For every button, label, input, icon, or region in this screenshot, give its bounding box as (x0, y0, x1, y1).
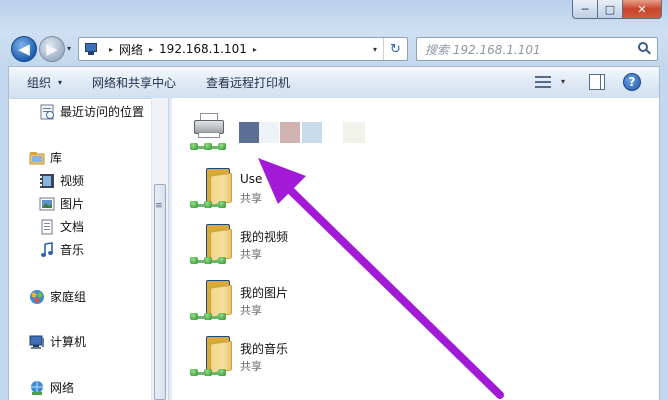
sidebar-item-label: 视频 (60, 174, 85, 188)
shared-folder-icon (188, 276, 234, 322)
sidebar-item-homegroup[interactable]: 家庭组 (29, 288, 86, 305)
sidebar-item-computer[interactable]: 计算机 (29, 333, 86, 350)
network-location-icon (83, 42, 99, 56)
shared-printer-icon (190, 112, 234, 152)
sidebar-item-label: 图片 (60, 197, 85, 211)
pictures-icon (39, 196, 55, 212)
change-view-icon[interactable] (535, 75, 551, 89)
sidebar-item-videos[interactable]: 视频 (39, 172, 84, 189)
documents-icon (39, 219, 55, 235)
shared-folder-item[interactable]: 我的音乐 共享 (188, 332, 288, 378)
sidebar-item-music[interactable]: 音乐 (39, 241, 84, 258)
refresh-icon[interactable]: ↻ (383, 38, 407, 60)
printer-name-redacted-block (239, 122, 259, 143)
explorer-window: ─ □ ✕ ◀ ▶ ▾ ▸ 网络 ▸ 192.168.1.101 ▸ ▾ ↻ 搜… (0, 0, 668, 400)
sidebar-item-label: 最近访问的位置 (60, 105, 145, 119)
folder-share-status: 共享 (240, 360, 262, 373)
address-history-dropdown[interactable]: ▾ (373, 45, 377, 54)
sidebar-item-label: 计算机 (50, 335, 87, 349)
sidebar-item-network[interactable]: 网络 (29, 379, 74, 396)
homegroup-icon (29, 289, 45, 305)
folder-share-status: 共享 (240, 304, 262, 317)
view-remote-printers-button[interactable]: 查看远程打印机 (206, 74, 290, 91)
printer-name-redacted-block (302, 122, 322, 143)
minimize-button[interactable]: ─ (572, 0, 598, 19)
scrollbar-thumb[interactable] (154, 184, 166, 400)
breadcrumb-host[interactable]: 192.168.1.101 (159, 42, 247, 56)
scrollbar-grip-icon: ≡ (155, 201, 163, 211)
address-bar[interactable]: ▸ 网络 ▸ 192.168.1.101 ▸ ▾ ↻ (78, 37, 408, 61)
view-options-dropdown[interactable]: ▾ (561, 77, 565, 86)
sidebar-item-pictures[interactable]: 图片 (39, 195, 84, 212)
sidebar-item-libraries[interactable]: 库 (29, 149, 62, 166)
breadcrumb-separator[interactable]: ▸ (109, 45, 113, 54)
organize-label: 组织 (27, 76, 52, 90)
music-icon (39, 241, 55, 258)
maximize-button[interactable]: □ (598, 0, 623, 19)
search-placeholder[interactable]: 搜索 192.168.1.101 (425, 41, 541, 58)
printer-name-redacted-block (280, 122, 300, 143)
breadcrumb-network[interactable]: 网络 (119, 41, 143, 58)
folder-name: Use (240, 172, 263, 186)
network-sharing-center-button[interactable]: 网络和共享中心 (92, 74, 176, 91)
recent-places-icon (39, 104, 55, 120)
sidebar-item-label: 网络 (50, 381, 75, 395)
folder-name: 我的图片 (240, 286, 289, 300)
sidebar-item-label: 家庭组 (50, 290, 87, 304)
shared-folder-icon (188, 332, 234, 378)
folder-share-status: 共享 (240, 248, 262, 261)
search-icon[interactable] (638, 42, 651, 55)
navigation-pane: 最近访问的位置 库 视频 图片 文档 音乐 家庭组 计算机 网络 (8, 98, 168, 400)
shared-folder-icon (188, 164, 234, 210)
folder-share-status: 共享 (240, 192, 262, 205)
forward-button[interactable]: ▶ (39, 36, 65, 62)
breadcrumb-separator[interactable]: ▸ (149, 45, 153, 54)
shared-folder-item[interactable]: 我的视频 共享 (188, 220, 288, 266)
caption-buttons: ─ □ ✕ (572, 0, 662, 20)
sidebar-item-documents[interactable]: 文档 (39, 218, 84, 235)
preview-pane-icon[interactable] (589, 74, 605, 90)
help-icon[interactable]: ? (623, 73, 641, 91)
printer-name-redacted-block (259, 122, 279, 143)
search-box[interactable]: 搜索 192.168.1.101 (416, 37, 658, 61)
sidebar-item-recent-places[interactable]: 最近访问的位置 (39, 103, 144, 120)
sidebar-item-label: 库 (50, 151, 63, 165)
shared-folder-item[interactable]: Use 共享 (188, 164, 262, 210)
close-button[interactable]: ✕ (623, 0, 662, 19)
breadcrumb-separator[interactable]: ▸ (253, 45, 257, 54)
sidebar-item-label: 文档 (60, 220, 85, 234)
printer-name-redacted-block (343, 122, 365, 143)
file-list: Use 共享 我的视频 共享 我的图片 共享 我的音乐 共享 (172, 98, 660, 400)
back-button[interactable]: ◀ (11, 36, 37, 62)
sidebar-item-label: 音乐 (60, 243, 85, 257)
navigation-pane-scrollbar[interactable]: ≡ (151, 98, 168, 400)
command-bar: 组织 ▾ 网络和共享中心 查看远程打印机 ▾ ? (8, 66, 660, 98)
recent-pages-dropdown[interactable]: ▾ (67, 44, 71, 53)
libraries-icon (29, 150, 45, 166)
organize-menu[interactable]: 组织 ▾ (27, 74, 62, 91)
network-icon (29, 380, 45, 396)
chevron-down-icon: ▾ (58, 78, 63, 87)
folder-name: 我的音乐 (240, 342, 289, 356)
videos-icon (39, 173, 55, 189)
shared-folder-item[interactable]: 我的图片 共享 (188, 276, 288, 322)
shared-folder-icon (188, 220, 234, 266)
computer-icon (29, 334, 45, 350)
folder-name: 我的视频 (240, 230, 289, 244)
